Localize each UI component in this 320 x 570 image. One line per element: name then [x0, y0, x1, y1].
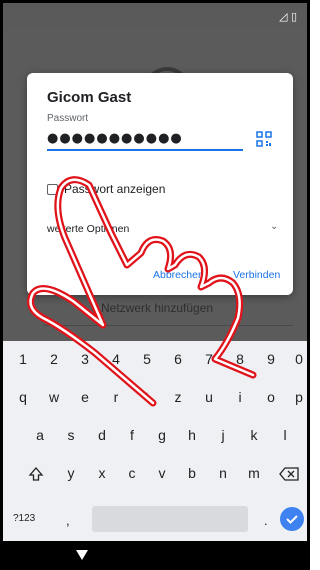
screen-frame: ◿ ▯ Netzwerk hinzufügen Gicom Gast Passw…: [0, 0, 310, 570]
pointing-hand-icon: [27, 176, 257, 407]
